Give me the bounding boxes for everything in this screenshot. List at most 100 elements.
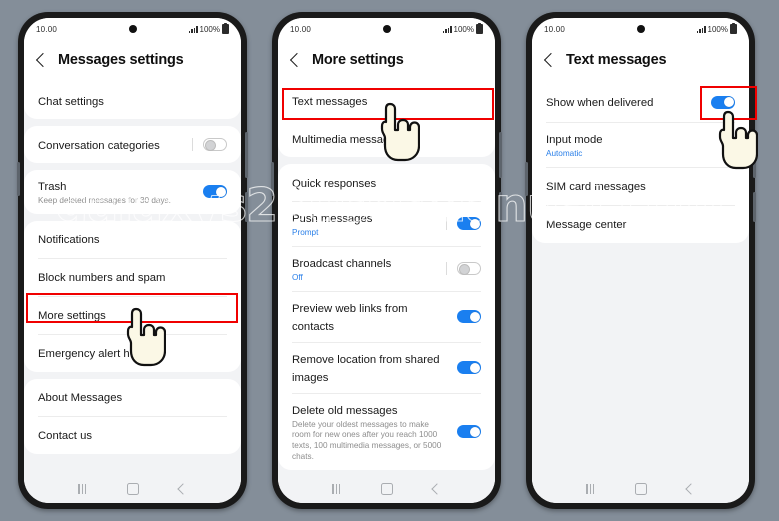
page-title: Messages settings [58, 52, 184, 68]
left-side-button[interactable] [271, 162, 274, 196]
phone-1-device: 10.00 100% Messages settings Chat settin… [17, 12, 248, 509]
list-item-label: Trash [38, 181, 67, 193]
list-item-label: Emergency alert h [38, 348, 130, 361]
broadcast-channels-toggle[interactable] [457, 262, 481, 276]
power-button[interactable] [245, 192, 248, 222]
system-nav-bar [24, 475, 241, 503]
signal-bars-icon [696, 25, 706, 33]
list-item-preview-web-links[interactable]: Preview web links from contacts [278, 292, 495, 342]
item-text: Remove location from shared images [292, 343, 447, 393]
phone-2-settings-list[interactable]: Text messages Multimedia message Quick r… [278, 82, 495, 501]
list-item-sublabel: Keep deleted messages for 30 days. [38, 196, 171, 205]
power-button[interactable] [753, 192, 756, 222]
list-item-label: Contact us [38, 430, 93, 443]
signal-bars-icon [188, 25, 198, 33]
status-clock: 10.00 [36, 24, 58, 34]
list-item-message-center[interactable]: Message center [532, 206, 749, 243]
list-item-label: Push messages [292, 213, 373, 225]
item-text: About Messages [38, 381, 227, 413]
list-item-delete-old-messages[interactable]: Delete old messages Delete your oldest m… [278, 394, 495, 470]
list-item-label: Conversation categories [38, 139, 160, 152]
left-side-button[interactable] [17, 162, 20, 196]
battery-full-icon [730, 22, 737, 34]
back-chevron-icon[interactable] [35, 52, 51, 67]
item-text: Delete old messages Delete your oldest m… [292, 394, 447, 470]
list-item-sublabel: Automatic [546, 149, 583, 158]
battery-full-icon [222, 22, 229, 34]
item-text: Contact us [38, 419, 227, 451]
back-icon[interactable] [431, 483, 443, 495]
list-item-sim-card-messages[interactable]: SIM card messages [532, 168, 749, 205]
back-icon[interactable] [685, 483, 697, 495]
phone-2-screen: 10.00 100% More settings Text messages M… [278, 18, 495, 503]
list-item-emergency-alert[interactable]: Emergency alert h [24, 335, 241, 372]
volume-button[interactable] [499, 132, 502, 178]
list-item-notifications[interactable]: Notifications [24, 221, 241, 258]
page-title: More settings [312, 52, 404, 68]
list-item-sublabel: Off [292, 272, 303, 282]
list-item-multimedia-message[interactable]: Multimedia message [278, 120, 495, 157]
list-item-more-settings[interactable]: More settings [24, 297, 241, 334]
list-item-remove-location[interactable]: Remove location from shared images [278, 343, 495, 393]
settings-section: About Messages Contact us [24, 378, 241, 454]
list-item-contact-us[interactable]: Contact us [24, 417, 241, 454]
show-when-delivered-toggle[interactable] [711, 95, 735, 109]
list-item-trash[interactable]: Trash Keep deleted messages for 30 days. [24, 170, 241, 214]
list-item-label: Message center [546, 219, 627, 232]
delete-old-messages-toggle[interactable] [457, 425, 481, 439]
home-icon[interactable] [634, 483, 647, 495]
front-camera-punch-hole [636, 25, 645, 33]
item-text: Conversation categories [38, 129, 186, 161]
home-icon[interactable] [380, 483, 393, 495]
list-item-conversation-categories[interactable]: Conversation categories [24, 126, 241, 163]
list-item-broadcast-channels[interactable]: Broadcast channels Off [278, 247, 495, 291]
settings-section: Show when delivered Input mode Automatic [532, 82, 749, 243]
status-indicators: 100% [696, 22, 737, 34]
list-item-label: Delete old messages [292, 404, 398, 417]
item-text: Preview web links from contacts [292, 292, 447, 342]
settings-section: Chat settings [24, 82, 241, 119]
recents-icon[interactable] [332, 484, 341, 494]
trash-toggle[interactable] [203, 185, 227, 199]
list-item-label: Block numbers and spam [38, 272, 166, 285]
recents-icon[interactable] [78, 484, 87, 494]
back-chevron-icon[interactable] [289, 52, 305, 67]
list-item-label: Chat settings [38, 95, 104, 108]
list-item-block-numbers-and-spam[interactable]: Block numbers and spam [24, 259, 241, 296]
item-text: Block numbers and spam [38, 261, 227, 293]
list-item-about-messages[interactable]: About Messages [24, 379, 241, 416]
back-icon[interactable] [177, 483, 189, 495]
list-item-quick-responses[interactable]: Quick responses [278, 164, 495, 201]
list-item-sublabel: Prompt [292, 228, 319, 237]
list-item-show-when-delivered[interactable]: Show when delivered [532, 82, 749, 122]
item-text: Message center [546, 208, 735, 240]
recents-icon[interactable] [586, 484, 595, 494]
list-item-push-messages[interactable]: Push messages Prompt [278, 202, 495, 246]
item-text: Input mode Automatic [546, 123, 735, 167]
home-icon[interactable] [126, 483, 139, 495]
conversation-categories-toggle[interactable] [203, 138, 227, 151]
list-item-chat-settings[interactable]: Chat settings [24, 82, 241, 119]
volume-button[interactable] [245, 132, 248, 178]
list-item-label: Notifications [38, 234, 100, 247]
left-side-button[interactable] [525, 162, 528, 196]
list-item-label: Show when delivered [546, 97, 654, 109]
remove-location-toggle[interactable] [457, 361, 481, 375]
list-item-label: More settings [38, 310, 106, 323]
preview-web-links-toggle[interactable] [457, 310, 481, 324]
power-button[interactable] [499, 192, 502, 222]
status-bar: 10.00 100% [24, 18, 241, 40]
volume-button[interactable] [753, 132, 756, 178]
list-item-label: Multimedia message [292, 133, 396, 146]
list-item-label: Quick responses [292, 177, 377, 190]
push-messages-toggle[interactable] [457, 217, 481, 231]
list-item-text-messages[interactable]: Text messages [278, 82, 495, 119]
list-item-input-mode[interactable]: Input mode Automatic [532, 123, 749, 167]
toggle-separator [192, 138, 193, 151]
battery-full-icon [476, 22, 483, 34]
back-chevron-icon[interactable] [543, 52, 559, 67]
system-nav-bar [532, 475, 749, 503]
phone-3-settings-list[interactable]: Show when delivered Input mode Automatic [532, 82, 749, 501]
toggle-separator [446, 217, 447, 231]
phone-1-settings-list[interactable]: Chat settings Conversation categories Tr… [24, 82, 241, 501]
